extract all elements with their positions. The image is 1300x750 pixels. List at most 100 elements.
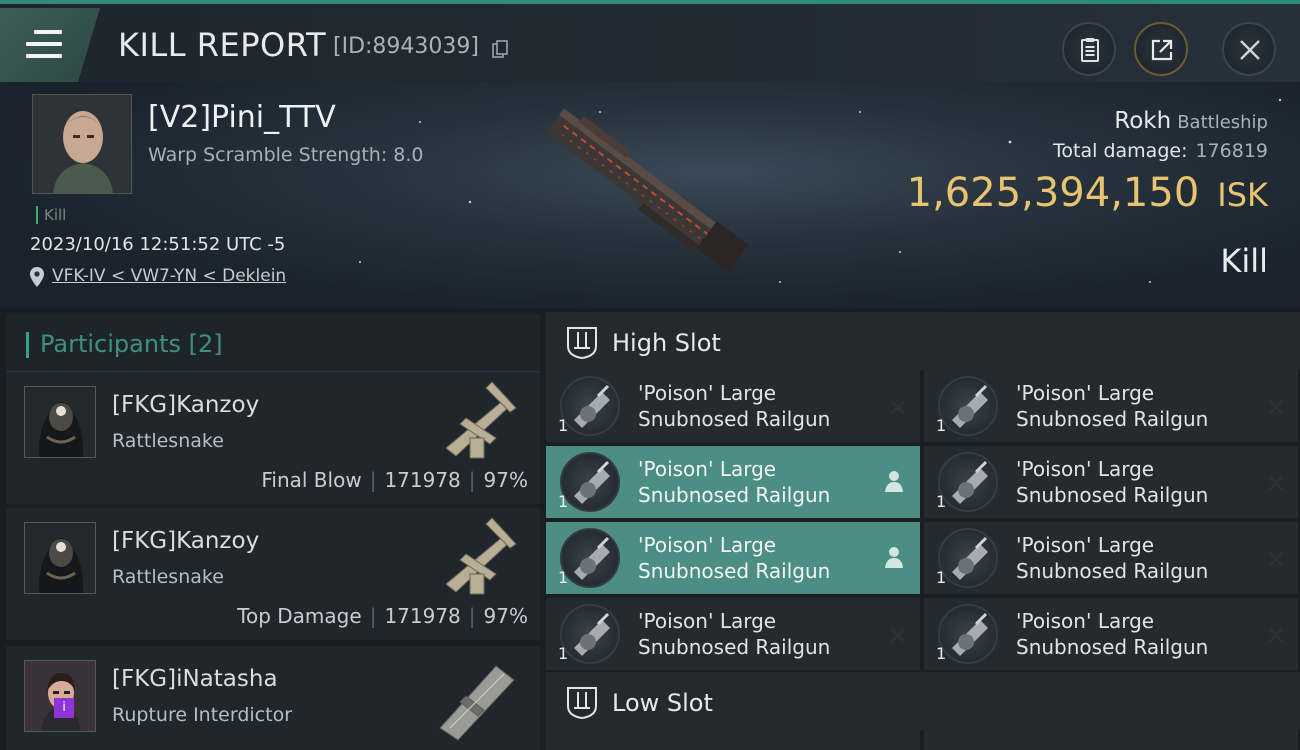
module-quantity: 1 — [936, 492, 947, 511]
destroyed-icon: ✕ — [1265, 394, 1286, 422]
participant-card[interactable]: i [FKG]iNatasha Rupture Interdictor — [6, 646, 540, 750]
destroyed-icon: ✕ — [1265, 622, 1286, 650]
participants-panel: Participants [2] [FKG]Kanzoy Rattlesnake… — [0, 308, 540, 750]
share-button[interactable] — [1134, 22, 1188, 76]
module-quantity: 1 — [558, 492, 569, 511]
module-item[interactable]: 1 'Poison' Large Snubnosed Railgun ✕ — [924, 522, 1298, 594]
participant-percent: 97% — [483, 604, 528, 628]
participant-name[interactable]: [FKG]iNatasha — [112, 666, 278, 692]
isk-value: 1,625,394,150 ISK — [907, 170, 1268, 216]
fitting-panel: High Slot 1 'Poison' Large Snubnosed Rail… — [540, 308, 1300, 750]
close-icon — [1240, 40, 1260, 60]
helmet-avatar-icon — [25, 523, 95, 593]
participant-damage: 171978 — [384, 468, 461, 492]
module-quantity: 1 — [558, 644, 569, 663]
participant-card[interactable]: [FKG]Kanzoy Rattlesnake Final Blow | 17197… — [6, 372, 540, 506]
module-item[interactable]: 1 'Poison' Large Snubnosed Railgun ✕ — [924, 598, 1298, 670]
participant-damage: 171978 — [384, 604, 461, 628]
module-item[interactable]: 1 'Poison' Large Snubnosed Railgun ✕ — [924, 370, 1298, 442]
railgun-icon — [938, 376, 998, 436]
top-bar: KILL REPORT [ID:8943039] — [0, 0, 1300, 82]
railgun-icon — [560, 376, 620, 436]
victim-ship[interactable]: Rokh Battleship — [1114, 108, 1268, 134]
railgun-icon — [560, 528, 620, 588]
clipboard-button[interactable] — [1062, 22, 1116, 76]
dropped-user-icon — [885, 547, 903, 568]
module-name: 'Poison' Large Snubnosed Railgun — [638, 533, 831, 583]
high-slot-title: High Slot — [612, 329, 721, 357]
railgun-icon — [938, 452, 998, 512]
participant-card[interactable]: [FKG]Kanzoy Rattlesnake Top Damage | 17197… — [6, 508, 540, 642]
kill-location[interactable]: VFK-IV < VW7-YN < Deklein — [30, 266, 286, 287]
module-quantity: 1 — [936, 416, 947, 435]
rupture-ship-icon — [439, 665, 515, 741]
share-icon — [1151, 39, 1173, 61]
low-slot-module-partial[interactable] — [924, 730, 1298, 750]
rattlesnake-ship-icon — [445, 517, 517, 595]
ship-name: Rokh — [1114, 108, 1172, 134]
module-quantity: 1 — [936, 644, 947, 663]
participant-role: Final Blow — [261, 468, 362, 492]
low-slot-module-partial[interactable] — [546, 730, 920, 750]
participant-ship: Rattlesnake — [112, 430, 224, 452]
location-pin-icon — [30, 267, 44, 287]
module-name: 'Poison' Large Snubnosed Railgun — [1016, 381, 1209, 431]
participant-ship: Rattlesnake — [112, 566, 224, 588]
module-name: 'Poison' Large Snubnosed Railgun — [638, 381, 831, 431]
ship-class: Battleship — [1177, 112, 1268, 133]
victim-portrait[interactable] — [32, 94, 132, 194]
module-quantity: 1 — [558, 416, 569, 435]
isk-amount: 1,625,394,150 — [906, 170, 1200, 216]
participant-name[interactable]: [FKG]Kanzoy — [112, 392, 259, 418]
report-id: [ID:8943039] — [333, 34, 479, 59]
destroyed-icon: ✕ — [887, 622, 908, 650]
participants-header[interactable]: Participants [2] — [6, 314, 540, 372]
participant-stats: Final Blow | 171978 | 97% — [261, 468, 528, 492]
copy-icon[interactable] — [492, 40, 508, 58]
module-name: 'Poison' Large Snubnosed Railgun — [638, 457, 831, 507]
module-name: 'Poison' Large Snubnosed Railgun — [1016, 609, 1209, 659]
module-quantity: 1 — [558, 568, 569, 587]
rattlesnake-ship-icon — [445, 381, 517, 459]
railgun-icon — [560, 604, 620, 664]
hamburger-icon — [26, 30, 62, 58]
participant-avatar[interactable] — [24, 522, 96, 594]
participant-avatar[interactable] — [24, 386, 96, 458]
destroyed-icon: ✕ — [1265, 470, 1286, 498]
participant-name[interactable]: [FKG]Kanzoy — [112, 528, 259, 554]
victim-name[interactable]: [V2]Pini_TTV — [148, 100, 336, 135]
destroyed-icon: ✕ — [1265, 546, 1286, 574]
participant-role: Top Damage — [237, 604, 362, 628]
kill-tag: Kill — [36, 206, 66, 224]
menu-button[interactable] — [0, 8, 100, 82]
total-damage-label: Total damage: — [1053, 140, 1188, 162]
total-damage: Total damage: 176819 — [1053, 140, 1268, 162]
victim-summary: [V2]Pini_TTV Warp Scramble Strength: 8.0… — [0, 82, 1300, 308]
kill-timestamp: 2023/10/16 12:51:52 UTC -5 — [30, 234, 286, 255]
victim-subtitle: Warp Scramble Strength: 8.0 — [148, 144, 424, 166]
module-item[interactable]: 1 'Poison' Large Snubnosed Railgun — [546, 446, 920, 518]
participant-avatar[interactable] — [24, 660, 96, 732]
module-item[interactable]: 1 'Poison' Large Snubnosed Railgun ✕ — [546, 598, 920, 670]
high-slot-icon — [567, 327, 597, 360]
high-slot-header[interactable]: High Slot — [546, 312, 1300, 370]
module-item[interactable]: 1 'Poison' Large Snubnosed Railgun ✕ — [924, 446, 1298, 518]
participant-percent: 97% — [483, 468, 528, 492]
railgun-icon — [938, 604, 998, 664]
participant-stats: Top Damage | 171978 | 97% — [237, 604, 528, 628]
participants-title: Participants [2] — [40, 330, 223, 358]
participant-ship: Rupture Interdictor — [112, 704, 292, 726]
isk-unit: ISK — [1217, 176, 1268, 214]
location-link[interactable]: VFK-IV < VW7-YN < Deklein — [52, 266, 286, 286]
clipboard-icon — [1081, 38, 1099, 62]
module-item[interactable]: 1 'Poison' Large Snubnosed Railgun — [546, 522, 920, 594]
low-slot-header[interactable]: Low Slot — [546, 672, 1300, 730]
module-name: 'Poison' Large Snubnosed Railgun — [1016, 457, 1209, 507]
module-name: 'Poison' Large Snubnosed Railgun — [638, 609, 831, 659]
result-label: Kill — [1220, 242, 1268, 280]
accent-bar — [26, 332, 29, 358]
close-button[interactable] — [1222, 22, 1276, 76]
module-item[interactable]: 1 'Poison' Large Snubnosed Railgun ✕ — [546, 370, 920, 442]
module-name: 'Poison' Large Snubnosed Railgun — [1016, 533, 1209, 583]
low-slot-icon — [567, 687, 597, 720]
